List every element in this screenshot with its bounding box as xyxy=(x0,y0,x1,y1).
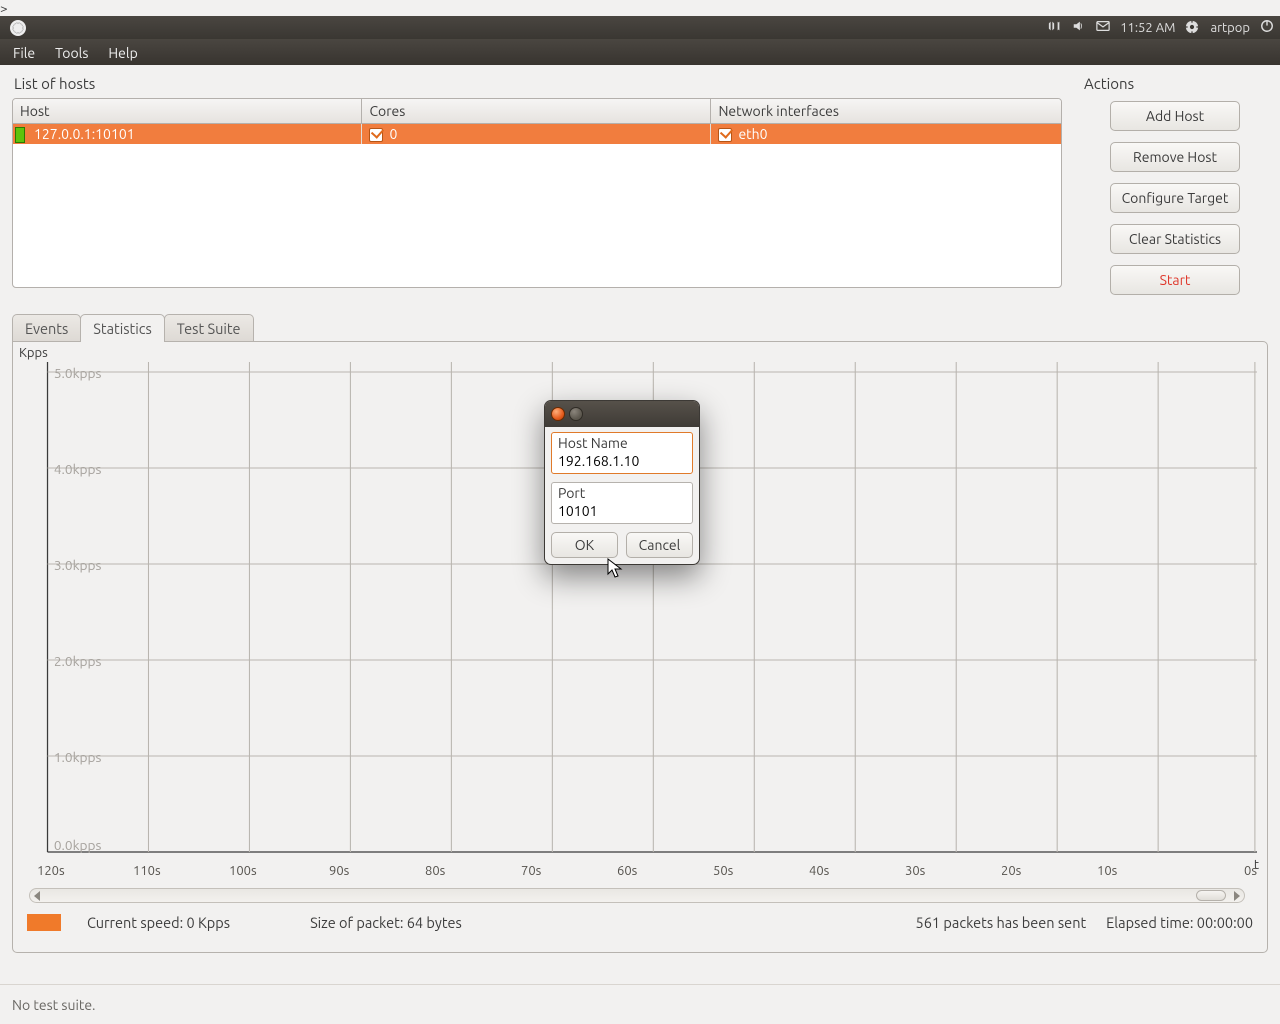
username-text[interactable]: artpop xyxy=(1210,21,1250,35)
scroll-right-icon[interactable] xyxy=(1234,891,1240,901)
xtick: 90s xyxy=(329,864,349,878)
xtick: 60s xyxy=(617,864,637,878)
port-label: Port xyxy=(552,483,692,501)
iface-cell: eth0 xyxy=(738,126,767,142)
dialog-titlebar[interactable] xyxy=(545,401,699,427)
close-icon[interactable] xyxy=(551,407,565,421)
minimize-icon[interactable] xyxy=(569,407,583,421)
xtick: 40s xyxy=(809,864,829,878)
packet-size-text: Size of packet: 64 bytes xyxy=(310,914,462,931)
ok-button[interactable]: OK xyxy=(551,532,618,558)
menu-help[interactable]: Help xyxy=(99,43,146,63)
scroll-left-icon[interactable] xyxy=(34,891,40,901)
elapsed-time-text: Elapsed time: 00:00:00 xyxy=(1106,914,1253,931)
configure-target-button[interactable]: Configure Target xyxy=(1110,183,1240,213)
ubuntu-top-panel: 11:52 AM artpop xyxy=(0,16,1280,39)
remove-host-button[interactable]: Remove Host xyxy=(1110,142,1240,172)
core-checkbox[interactable] xyxy=(369,128,383,142)
xtick: 30s xyxy=(905,864,925,878)
add-host-dialog: Host Name Port OK Cancel xyxy=(544,400,700,565)
volume-icon[interactable] xyxy=(1072,19,1086,36)
xtick: 120s xyxy=(37,864,65,878)
test-suite-status: No test suite. xyxy=(12,997,96,1013)
xtick: 20s xyxy=(1001,864,1021,878)
ubuntu-roundel-icon[interactable] xyxy=(10,20,26,36)
series-color-swatch xyxy=(27,914,61,931)
tab-statistics[interactable]: Statistics xyxy=(80,314,165,342)
col-host[interactable]: Host xyxy=(13,99,362,123)
svg-text:3.0kpps: 3.0kpps xyxy=(54,558,102,573)
packets-sent-text: 561 packets has been sent xyxy=(916,914,1087,931)
iface-checkbox[interactable] xyxy=(718,128,732,142)
cancel-button[interactable]: Cancel xyxy=(626,532,693,558)
app-menubar: File Tools Help xyxy=(0,39,1280,65)
network-icon[interactable] xyxy=(1048,19,1062,36)
current-speed-text: Current speed: 0 Kpps xyxy=(87,914,230,931)
xtick: 100s xyxy=(229,864,257,878)
col-ifaces[interactable]: Network interfaces xyxy=(711,99,1061,123)
mail-icon[interactable] xyxy=(1096,19,1110,36)
add-host-button[interactable]: Add Host xyxy=(1110,101,1240,131)
svg-text:2.0kpps: 2.0kpps xyxy=(54,654,102,669)
host-cell: 127.0.0.1:10101 xyxy=(34,126,135,142)
clock-text[interactable]: 11:52 AM xyxy=(1120,21,1175,35)
clear-statistics-button[interactable]: Clear Statistics xyxy=(1110,224,1240,254)
scroll-thumb[interactable] xyxy=(1196,890,1226,901)
menu-file[interactable]: File xyxy=(4,43,44,63)
xtick: 0s xyxy=(1244,864,1257,878)
svg-text:1.0kpps: 1.0kpps xyxy=(54,750,102,765)
status-bar: No test suite. xyxy=(0,984,1280,1024)
tab-events[interactable]: Events xyxy=(12,314,81,342)
xtick: 80s xyxy=(425,864,445,878)
host-name-input[interactable] xyxy=(552,451,692,473)
host-name-label: Host Name xyxy=(552,433,692,451)
power-icon[interactable] xyxy=(1260,19,1274,36)
user-cog-icon[interactable] xyxy=(1185,20,1200,35)
host-row[interactable]: 127.0.0.1:10101 0 eth0 xyxy=(13,123,1061,144)
core-cell: 0 xyxy=(389,126,397,142)
xtick: 10s xyxy=(1097,864,1117,878)
port-input[interactable] xyxy=(552,501,692,523)
xtick: 110s xyxy=(133,864,161,878)
svg-text:5.0kpps: 5.0kpps xyxy=(54,366,102,381)
svg-text:0.0kpps: 0.0kpps xyxy=(54,838,102,853)
tab-test-suite[interactable]: Test Suite xyxy=(164,314,254,342)
start-button[interactable]: Start xyxy=(1110,265,1240,295)
system-tray: 11:52 AM artpop xyxy=(1048,19,1274,36)
actions-title: Actions xyxy=(1082,71,1268,98)
menu-tools[interactable]: Tools xyxy=(46,43,97,63)
chart-scrollbar[interactable] xyxy=(29,888,1245,903)
hosts-table-frame: Host Cores Network interfaces 127.0.0.1:… xyxy=(12,98,1062,288)
y-axis-label: Kpps xyxy=(19,346,48,360)
col-cores[interactable]: Cores xyxy=(362,99,711,123)
xtick: 70s xyxy=(521,864,541,878)
svg-text:4.0kpps: 4.0kpps xyxy=(54,462,102,477)
xtick: 50s xyxy=(713,864,733,878)
hosts-title: List of hosts xyxy=(12,71,1062,98)
